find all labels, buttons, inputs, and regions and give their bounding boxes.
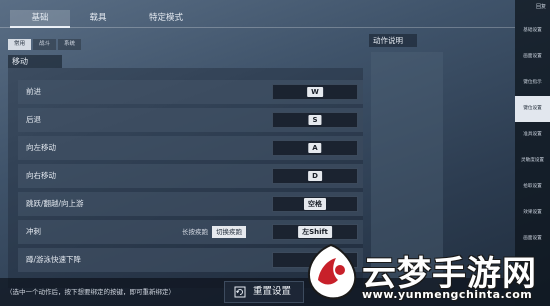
nav-sensitivity-settings[interactable]: 灵敏度设置 — [515, 148, 550, 174]
side-title: 动作说明 — [369, 34, 417, 47]
subtab-system[interactable]: 系统 — [58, 39, 82, 50]
keycap: W — [307, 87, 323, 97]
binding-row-right[interactable]: 向右移动 D — [18, 164, 363, 188]
binding-label: 冲刺 — [26, 227, 41, 236]
tab-divider — [0, 27, 515, 28]
section-title-move: 移动 — [8, 55, 62, 68]
key-slot[interactable]: 左Shift — [272, 224, 358, 240]
keycap: A — [308, 143, 322, 153]
key-slot[interactable]: A — [272, 140, 358, 156]
key-slot[interactable]: S — [272, 112, 358, 128]
nav-effect-settings[interactable]: 效果设置 — [515, 200, 550, 226]
watermark-logo-icon — [308, 243, 357, 300]
toggle-hold-sprint[interactable]: 长按疾跑 — [178, 226, 212, 238]
nav-key-indicator[interactable]: 键位指示 — [515, 70, 550, 96]
reset-icon — [234, 286, 246, 298]
nav-graphics-settings[interactable]: 画面设置 — [515, 44, 550, 70]
nav-pickup-settings[interactable]: 拾取设置 — [515, 174, 550, 200]
reset-settings-button[interactable]: 重置设置 — [224, 281, 304, 303]
binding-row-forward[interactable]: 前进 W — [18, 80, 363, 104]
watermark: 云梦手游网 www.yunmengchinta.com — [300, 240, 550, 306]
keycap: 左Shift — [298, 226, 332, 238]
binding-label: 跳跃/翻越/向上游 — [26, 199, 84, 208]
binding-label: 向左移动 — [26, 143, 56, 152]
reset-settings-label: 重置设置 — [253, 286, 292, 297]
binding-row-jump[interactable]: 跳跃/翻越/向上游 空格 — [18, 192, 363, 216]
binding-label: 蹲/游泳快速下降 — [26, 255, 82, 264]
nav-key-settings[interactable]: 键位设置 — [515, 96, 550, 122]
subtab-bar: 常用 战斗 系统 — [8, 39, 82, 50]
subtab-common[interactable]: 常用 — [8, 39, 32, 50]
key-slot[interactable]: W — [272, 84, 358, 100]
tab-vehicle[interactable]: 载具 — [78, 10, 118, 26]
top-tab-bar: 基础 载具 特定模式 — [0, 0, 515, 28]
key-slot[interactable]: 空格 — [272, 196, 358, 212]
subtab-combat[interactable]: 战斗 — [33, 39, 57, 50]
binding-label: 前进 — [26, 87, 41, 96]
sprint-mode-toggle[interactable]: 长按疾跑 切换疾跑 — [178, 226, 246, 238]
keycap: 空格 — [304, 198, 326, 210]
key-slot[interactable]: D — [272, 168, 358, 184]
keycap: S — [308, 115, 322, 125]
toggle-switch-sprint[interactable]: 切换疾跑 — [212, 226, 246, 238]
tab-basic[interactable]: 基础 — [10, 10, 70, 28]
watermark-url: www.yunmengchinta.com — [362, 288, 533, 301]
tab-special-mode[interactable]: 特定模式 — [138, 10, 194, 26]
nav-top-label[interactable]: 回复 — [536, 3, 546, 10]
binding-row-backward[interactable]: 后退 S — [18, 108, 363, 132]
nav-basic-settings[interactable]: 基础设置 — [515, 18, 550, 44]
binding-label: 向右移动 — [26, 171, 56, 180]
keycap: D — [308, 171, 322, 181]
nav-crosshair-settings[interactable]: 准具设置 — [515, 122, 550, 148]
rebind-hint: （选中一个动作后，按下想要绑定的按键，即可重新绑定） — [6, 288, 175, 296]
binding-label: 后退 — [26, 115, 41, 124]
binding-row-left[interactable]: 向左移动 A — [18, 136, 363, 160]
